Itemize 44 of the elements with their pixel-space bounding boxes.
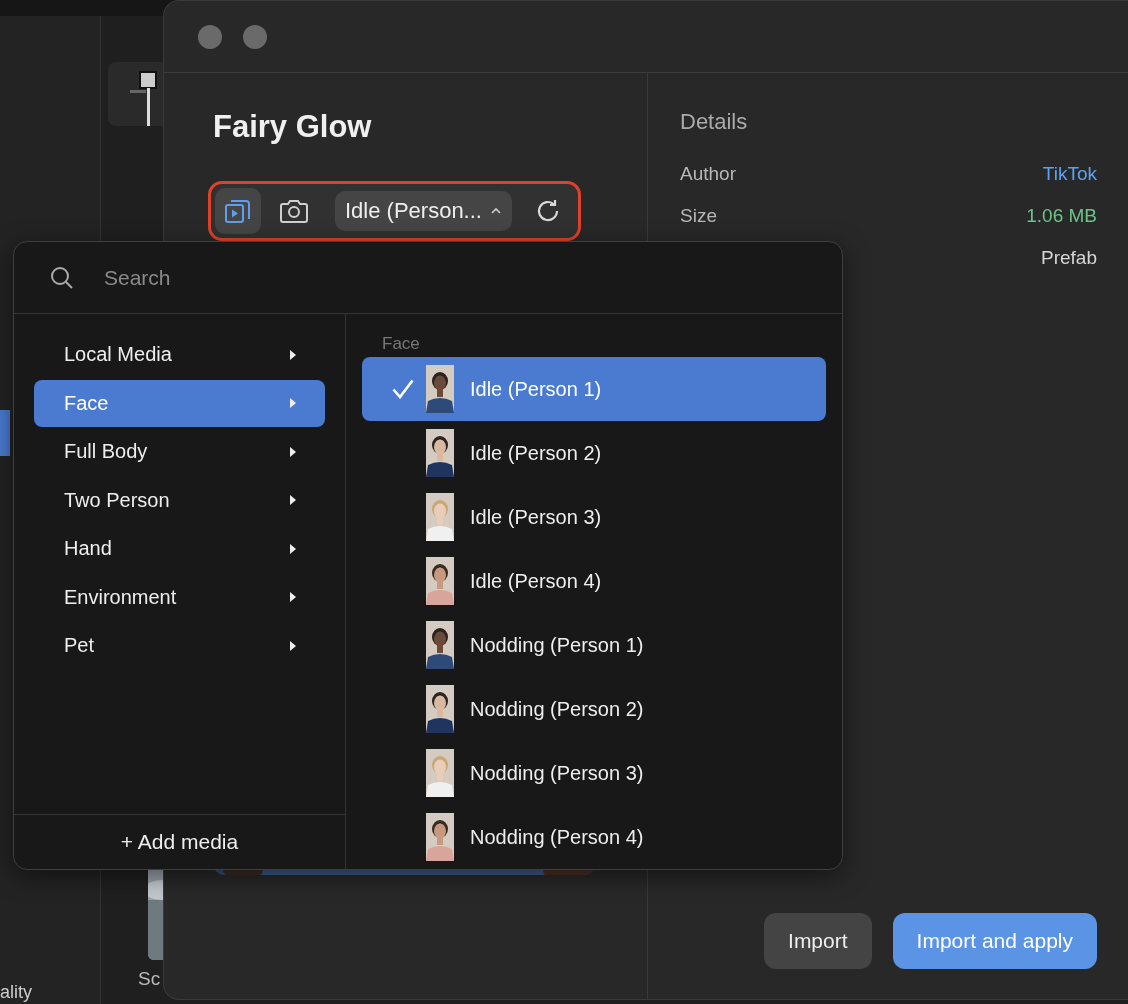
media-item[interactable]: Nodding (Person 3) <box>362 741 826 805</box>
video-clip-icon <box>224 197 252 225</box>
window-close-button[interactable] <box>198 24 222 49</box>
media-item[interactable]: Idle (Person 1) <box>362 357 826 421</box>
import-button[interactable]: Import <box>764 913 872 969</box>
caret-icon <box>489 207 502 215</box>
window-minimize-button[interactable] <box>243 24 267 49</box>
video-button[interactable] <box>215 188 261 234</box>
media-item[interactable]: Nodding (Person 2) <box>362 677 826 741</box>
chevron-right-icon <box>289 445 297 458</box>
category-item[interactable]: Two Person <box>34 476 325 524</box>
section-heading: Face <box>381 334 421 355</box>
category-item[interactable]: Pet <box>34 622 325 669</box>
media-item[interactable]: Nodding (Person 4) <box>362 805 826 869</box>
thumbnail-label: Sc <box>138 968 161 990</box>
search-field[interactable]: Search <box>102 264 506 291</box>
add-media-button[interactable]: + Add media <box>14 814 345 869</box>
chevron-right-icon <box>289 639 297 652</box>
chevron-right-icon <box>289 591 297 603</box>
media-item[interactable]: Idle (Person 4) <box>362 549 826 613</box>
effect-title: Fairy Glow <box>213 109 372 145</box>
checkmark-icon <box>392 379 414 399</box>
chevron-right-icon <box>289 542 297 555</box>
detail-label: Size <box>680 205 717 228</box>
media-item[interactable]: Idle (Person 2) <box>362 421 826 485</box>
category-item[interactable]: Hand <box>34 525 325 572</box>
chevron-right-icon <box>289 397 297 409</box>
search-icon <box>50 265 74 290</box>
details-heading: Details <box>680 109 749 135</box>
detail-value: TikTok <box>1042 163 1097 186</box>
category-item[interactable]: Full Body <box>34 428 325 475</box>
category-item[interactable]: Face <box>34 379 325 427</box>
preset-dropdown[interactable]: Idle (Person... <box>335 191 512 231</box>
detail-label: Author <box>680 163 736 186</box>
category-item[interactable]: Local Media <box>34 331 325 378</box>
detail-value: Prefab <box>1041 247 1097 270</box>
category-item[interactable]: Environment <box>34 573 325 621</box>
detail-value: 1.06 MB <box>1026 205 1097 228</box>
media-item[interactable]: Idle (Person 3) <box>362 485 826 549</box>
chevron-right-icon <box>289 348 297 361</box>
media-item[interactable]: Nodding (Person 1) <box>362 613 826 677</box>
panel-label: ality <box>0 982 32 1002</box>
camera-icon <box>279 198 309 224</box>
chevron-right-icon <box>289 494 297 506</box>
